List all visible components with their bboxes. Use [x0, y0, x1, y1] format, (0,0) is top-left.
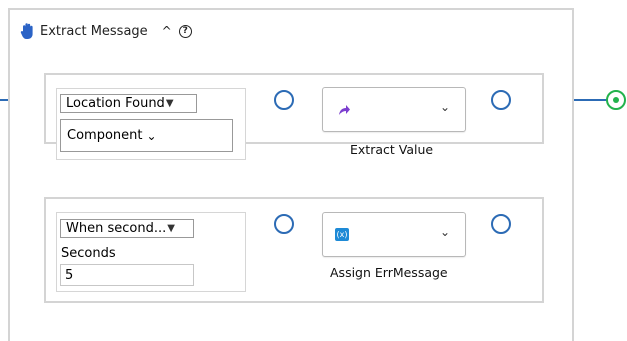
dropdown-arrow-icon: ▼: [165, 98, 174, 109]
block-header: Extract Message ^ ?: [20, 21, 192, 41]
branch-2-condition-select-value: When second...: [66, 221, 167, 236]
branch-1-output-node[interactable]: [491, 90, 511, 110]
collapse-caret-icon[interactable]: ^: [162, 24, 172, 38]
branch-2-output-node[interactable]: [491, 214, 511, 234]
component-select[interactable]: Component ⌄: [60, 119, 233, 152]
seconds-label: Seconds: [61, 246, 116, 261]
branch-1-condition-select-value: Location Found: [66, 96, 165, 111]
hand-icon[interactable]: [20, 22, 36, 40]
chevron-down-icon: ⌄: [146, 128, 157, 143]
branch-2-condition-select[interactable]: When second... ▼: [60, 219, 194, 238]
branch-1-input-node[interactable]: [274, 90, 294, 110]
extract-value-action-card[interactable]: ⌄: [322, 87, 466, 132]
seconds-input[interactable]: 5: [60, 264, 194, 286]
end-node[interactable]: [606, 90, 626, 110]
variable-icon: (x): [335, 228, 349, 241]
help-icon[interactable]: ?: [178, 24, 192, 38]
assign-errmessage-label: Assign ErrMessage: [330, 265, 448, 280]
assign-errmessage-action-card[interactable]: (x) ⌄: [322, 212, 466, 257]
purple-arrow-icon: [337, 101, 351, 120]
chevron-down-icon[interactable]: ⌄: [440, 100, 450, 114]
chevron-down-icon[interactable]: ⌄: [440, 225, 450, 239]
end-node-dot: [613, 97, 619, 103]
component-select-value: Component: [67, 128, 143, 143]
block-title: Extract Message: [40, 23, 148, 39]
extract-value-label: Extract Value: [350, 142, 434, 157]
branch-1-condition-select[interactable]: Location Found ▼: [60, 94, 197, 113]
branch-2-input-node[interactable]: [274, 214, 294, 234]
dropdown-arrow-icon: ▼: [167, 223, 175, 234]
